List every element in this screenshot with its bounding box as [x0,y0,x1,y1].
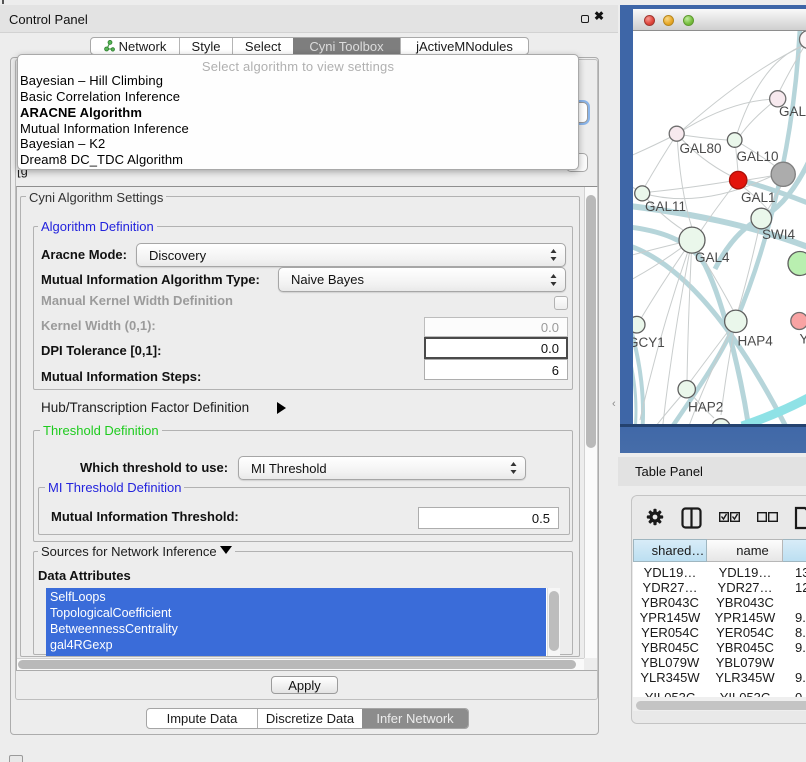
svg-text:GAL4: GAL4 [695,250,730,265]
svg-text:GAL11: GAL11 [645,199,686,214]
svg-text:Y: Y [800,332,806,347]
svg-text:HAP4: HAP4 [738,334,774,349]
svg-text:GAL10: GAL10 [737,149,779,164]
svg-text:GCY1: GCY1 [633,335,665,350]
svg-text:SWI4: SWI4 [762,227,795,242]
svg-text:HAP2: HAP2 [688,400,723,415]
svg-text:GAL7: GAL7 [779,104,806,119]
svg-text:GAL1: GAL1 [741,190,776,205]
svg-text:GAL80: GAL80 [680,141,722,156]
